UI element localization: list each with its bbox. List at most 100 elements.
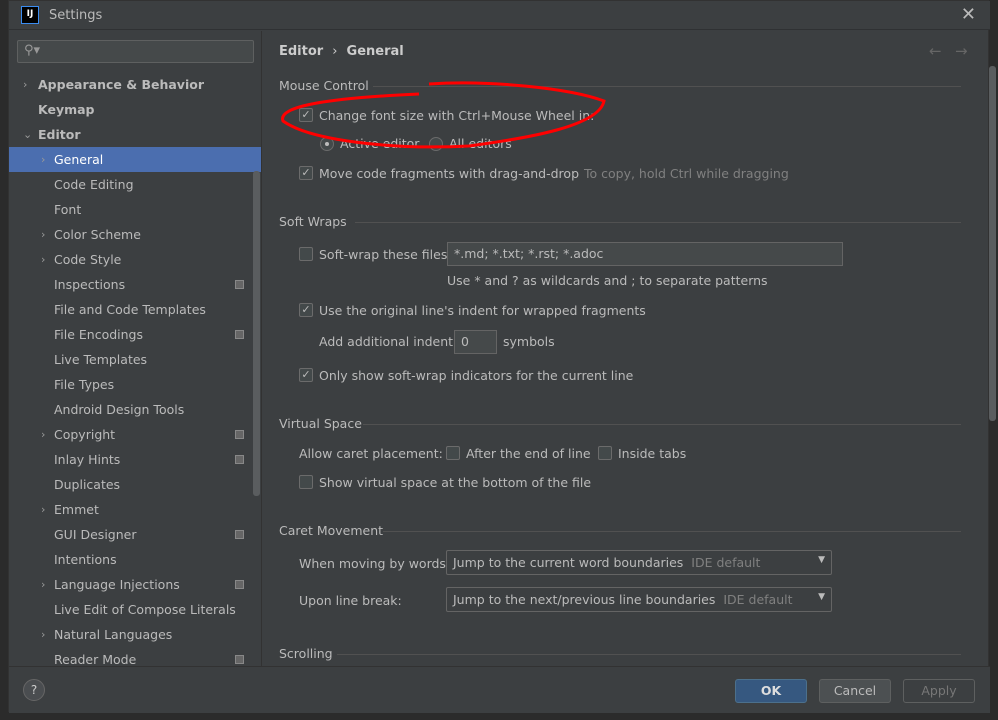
breadcrumb-parent[interactable]: Editor (279, 44, 323, 59)
button-bar: ? OK Cancel Apply (9, 666, 990, 713)
softwrap-files-input[interactable]: *.md; *.txt; *.rst; *.adoc (447, 242, 843, 266)
sidebar-item-language-injections[interactable]: › Language Injections (9, 572, 261, 597)
project-scope-icon (235, 655, 244, 664)
original-indent-label: Use the original line's indent for wrapp… (319, 303, 646, 318)
sidebar-item-editor[interactable]: ⌄ Editor (9, 122, 261, 147)
chevron-right-icon[interactable]: › (41, 247, 45, 272)
sidebar-item-label: Duplicates (54, 477, 121, 492)
only-current-label: Only show soft-wrap indicators for the c… (319, 368, 634, 383)
chevron-down-icon: ▼ (818, 555, 825, 565)
sidebar-item-label: File Types (54, 377, 115, 392)
sidebar-item-copyright[interactable]: › Copyright (9, 422, 261, 447)
inside-tabs-label: Inside tabs (618, 446, 687, 461)
show-bottom-checkbox[interactable] (299, 475, 313, 489)
sidebar-item-font[interactable]: Font (9, 197, 261, 222)
sidebar-item-appearance-behavior[interactable]: › Appearance & Behavior (9, 72, 261, 97)
sidebar-item-label: Code Style (54, 252, 122, 267)
back-icon[interactable]: ← (929, 42, 942, 60)
sidebar-item-gui-designer[interactable]: GUI Designer (9, 522, 261, 547)
words-label: When moving by words: (299, 556, 451, 571)
original-indent-checkbox[interactable]: ✓ (299, 303, 313, 317)
show-bottom-label: Show virtual space at the bottom of the … (319, 475, 592, 490)
sidebar-item-label: Keymap (38, 102, 95, 117)
breadcrumb-current: General (346, 44, 404, 59)
close-icon[interactable]: ✕ (961, 4, 976, 25)
sidebar-item-label: File and Code Templates (54, 302, 206, 317)
sidebar-item-file-and-code-templates[interactable]: File and Code Templates (9, 297, 261, 322)
chevron-down-icon[interactable]: ⌄ (23, 122, 32, 147)
allow-caret-label: Allow caret placement: (299, 446, 443, 461)
red-annotation-circle (281, 81, 606, 149)
sidebar-item-label: Editor (38, 127, 81, 142)
after-end-label: After the end of line (466, 446, 591, 461)
sidebar-item-label: File Encodings (54, 327, 144, 342)
chevron-right-icon[interactable]: › (41, 572, 45, 597)
sidebar-item-general[interactable]: › General (9, 147, 261, 172)
sidebar-item-label: Font (54, 202, 82, 217)
sidebar-item-android-design-tools[interactable]: Android Design Tools (9, 397, 261, 422)
words-combo[interactable]: Jump to the current word boundaries IDE … (446, 550, 832, 575)
softwrap-hint: Use * and ? as wildcards and ; to separa… (447, 273, 768, 288)
sidebar-item-code-editing[interactable]: Code Editing (9, 172, 261, 197)
title-bar: IJ Settings ✕ (9, 1, 990, 30)
sidebar-item-intentions[interactable]: Intentions (9, 547, 261, 572)
chevron-right-icon[interactable]: › (41, 422, 45, 447)
search-input[interactable]: ⚲▾ (17, 40, 254, 63)
softwrap-label: Soft-wrap these files: (319, 247, 452, 262)
chevron-right-icon[interactable]: › (41, 147, 45, 172)
sidebar-item-label: Language Injections (54, 577, 180, 592)
words-hint: IDE default (691, 555, 761, 570)
project-scope-icon (235, 430, 244, 439)
project-scope-icon (235, 580, 244, 589)
sidebar-item-inlay-hints[interactable]: Inlay Hints (9, 447, 261, 472)
sidebar-item-file-encodings[interactable]: File Encodings (9, 322, 261, 347)
forward-icon[interactable]: → (955, 42, 968, 60)
chevron-right-icon[interactable]: › (41, 622, 45, 647)
section-soft-wraps: Soft Wraps (279, 214, 347, 229)
sidebar-item-file-types[interactable]: File Types (9, 372, 261, 397)
sidebar-item-live-templates[interactable]: Live Templates (9, 347, 261, 372)
apply-button[interactable]: Apply (903, 679, 975, 703)
project-scope-icon (235, 280, 244, 289)
sidebar-item-duplicates[interactable]: Duplicates (9, 472, 261, 497)
chevron-right-icon[interactable]: › (41, 222, 45, 247)
chevron-right-icon[interactable]: › (41, 497, 45, 522)
content-scrollbar[interactable] (989, 66, 996, 421)
chevron-down-icon: ▼ (818, 592, 825, 602)
sidebar-item-emmet[interactable]: › Emmet (9, 497, 261, 522)
sidebar-item-natural-languages[interactable]: › Natural Languages (9, 622, 261, 647)
sidebar-item-label: Emmet (54, 502, 99, 517)
sidebar-item-live-edit-of-compose-literals[interactable]: Live Edit of Compose Literals (9, 597, 261, 622)
content-panel: Editor › General ← → Mouse Control ✓ Cha… (263, 31, 996, 666)
sidebar-item-label: Color Scheme (54, 227, 141, 242)
project-scope-icon (235, 330, 244, 339)
after-end-checkbox[interactable] (446, 446, 460, 460)
sidebar: ⚲▾ › Appearance & Behavior Keymap ⌄ Editor › G… (9, 31, 262, 667)
symbols-label: symbols (503, 334, 555, 349)
chevron-right-icon[interactable]: › (23, 72, 27, 97)
sidebar-item-label: Live Edit of Compose Literals (54, 602, 236, 617)
help-button[interactable]: ? (23, 679, 45, 701)
breadcrumb-sep: › (332, 44, 338, 59)
sidebar-item-label: Live Templates (54, 352, 148, 367)
sidebar-item-label: Appearance & Behavior (38, 77, 204, 92)
inside-tabs-checkbox[interactable] (598, 446, 612, 460)
add-indent-input[interactable]: 0 (454, 330, 497, 354)
drag-drop-checkbox[interactable]: ✓ (299, 166, 313, 180)
break-hint: IDE default (723, 592, 793, 607)
search-icon: ⚲▾ (24, 43, 41, 58)
softwrap-checkbox[interactable] (299, 247, 313, 261)
section-scrolling: Scrolling (279, 646, 333, 661)
sidebar-item-inspections[interactable]: Inspections (9, 272, 261, 297)
sidebar-item-keymap[interactable]: Keymap (9, 97, 261, 122)
break-combo[interactable]: Jump to the next/previous line boundarie… (446, 587, 832, 612)
project-scope-icon (235, 530, 244, 539)
sidebar-item-code-style[interactable]: › Code Style (9, 247, 261, 272)
sidebar-item-label: Inlay Hints (54, 452, 121, 467)
cancel-button[interactable]: Cancel (819, 679, 891, 703)
ok-button[interactable]: OK (735, 679, 807, 703)
sidebar-item-color-scheme[interactable]: › Color Scheme (9, 222, 261, 247)
sidebar-scrollbar[interactable] (253, 171, 260, 496)
sidebar-item-label: GUI Designer (54, 527, 137, 542)
only-current-checkbox[interactable]: ✓ (299, 368, 313, 382)
